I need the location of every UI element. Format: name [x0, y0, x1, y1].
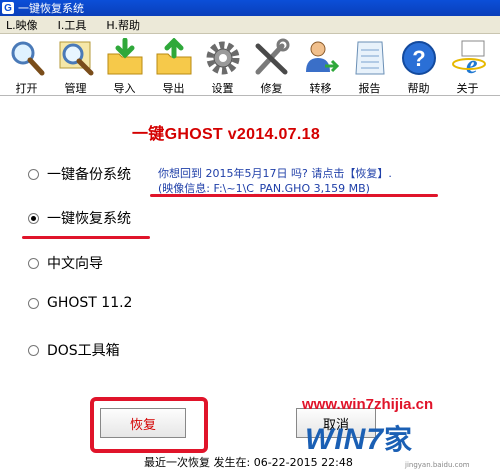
gear-icon: [206, 41, 239, 75]
ie-about-icon: e: [451, 40, 486, 78]
info-line-1: 你想回到 2015年5月17日 吗? 请点击【恢复】.: [158, 167, 392, 180]
toolbar-import-button[interactable]: 导入: [100, 34, 149, 96]
magnifier-manage-icon: [59, 41, 93, 76]
title-bar: G 一键恢复系统: [0, 0, 500, 16]
toolbar-settings-button[interactable]: 设置: [198, 34, 247, 96]
toolbar-help-button[interactable]: ? 帮助: [394, 34, 443, 96]
toolbar-transfer-button[interactable]: 转移: [296, 34, 345, 96]
toolbar-export-button[interactable]: 导出: [149, 34, 198, 96]
annotation-box-restore: [90, 397, 208, 453]
app-icon: G: [2, 2, 14, 14]
user-transfer-icon: [305, 41, 339, 73]
toolbar-report-button[interactable]: 报告: [345, 34, 394, 96]
radio-restore[interactable]: [28, 212, 39, 224]
option-dos-tools[interactable]: DOS工具箱: [28, 340, 120, 360]
annotation-underline-option: [22, 236, 150, 239]
option-ghost[interactable]: GHOST 11.2: [28, 295, 132, 311]
option-wizard[interactable]: 中文向导: [28, 253, 103, 273]
annotation-underline-info: [150, 194, 438, 197]
toolbar-manage-button[interactable]: 管理: [51, 34, 100, 96]
status-text: 最近一次恢复 发生在: 06-22-2015 22:48: [144, 456, 353, 469]
app-title: 一键GHOST v2014.07.18: [132, 126, 321, 143]
folder-import-icon: [107, 38, 142, 75]
svg-text:e: e: [466, 50, 478, 78]
toolbar: 打开 管理 导入 导出 设置 修复 转移 报告 ? 帮助 e 关于: [0, 34, 500, 96]
help-icon: ?: [401, 41, 436, 75]
toolbar-repair-button[interactable]: 修复: [247, 34, 296, 96]
menu-help[interactable]: H.帮助: [106, 17, 140, 33]
main-panel: 一键GHOST v2014.07.18 一键备份系统 一键恢复系统 中文向导 G…: [0, 96, 500, 475]
notepad-icon: [354, 41, 385, 75]
menu-image[interactable]: L.映像: [6, 17, 38, 33]
menu-bar: L.映像 I.工具 H.帮助: [0, 16, 500, 34]
watermark-logo: WIN7家: [305, 423, 414, 456]
window-title: 一键恢复系统: [18, 2, 84, 15]
toolbar-open-button[interactable]: 打开: [2, 34, 51, 96]
option-restore[interactable]: 一键恢复系统: [28, 208, 131, 228]
tools-icon: [255, 38, 289, 75]
svg-text:?: ?: [412, 46, 425, 71]
menu-tools[interactable]: I.工具: [58, 17, 87, 33]
magnifier-open-icon: [11, 41, 44, 76]
folder-export-icon: [156, 38, 191, 75]
watermark-sub: jingyan.baidu.com: [405, 461, 470, 469]
toolbar-about-button[interactable]: e 关于: [443, 34, 492, 96]
radio-backup[interactable]: [28, 168, 39, 180]
image-info: 你想回到 2015年5月17日 吗? 请点击【恢复】. (映像信息: F:\~1…: [158, 166, 392, 196]
watermark-site: www.win7zhijia.cn: [302, 396, 434, 413]
option-backup[interactable]: 一键备份系统: [28, 164, 131, 184]
radio-ghost[interactable]: [28, 297, 39, 309]
radio-wizard[interactable]: [28, 257, 39, 269]
radio-dos-tools[interactable]: [28, 344, 39, 356]
